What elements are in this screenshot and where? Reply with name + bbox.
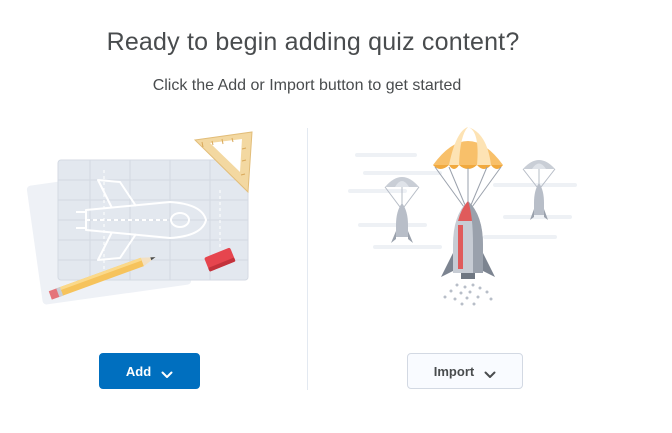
- import-button-label: Import: [433, 363, 475, 379]
- add-button-label: Add: [125, 363, 152, 379]
- page-title: Ready to begin adding quiz content?: [106, 28, 520, 56]
- empty-quiz-page: Ready to begin adding quiz content? Clic…: [0, 0, 672, 433]
- import-button[interactable]: Import: [407, 353, 523, 389]
- parachute-rocket-illustration: [345, 125, 585, 310]
- column-divider: [307, 128, 308, 390]
- chevron-down-icon: [161, 367, 173, 378]
- page-subtitle: Click the Add or Import button to get st…: [152, 77, 462, 94]
- add-button[interactable]: Add: [99, 353, 200, 389]
- chevron-down-icon: [484, 367, 496, 378]
- blueprint-rocket-illustration: [20, 130, 270, 310]
